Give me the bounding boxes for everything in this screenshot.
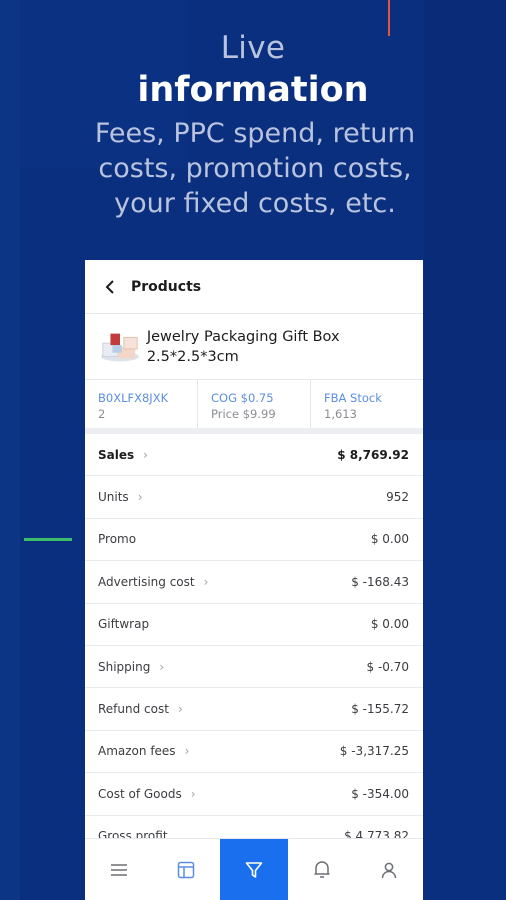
chevron-right-icon: › bbox=[159, 659, 165, 674]
chevron-left-icon[interactable] bbox=[103, 279, 117, 294]
stat-fba-stock[interactable]: FBA Stock 1,613 bbox=[311, 380, 423, 428]
headline-line-1: Live bbox=[220, 30, 286, 66]
row-label: Amazon fees bbox=[98, 744, 176, 759]
accent-line-green bbox=[24, 538, 72, 541]
app-header: Products bbox=[85, 260, 423, 314]
list-item[interactable]: Sales › $ 8,769.92 bbox=[85, 434, 423, 477]
phone-screen: Products Jewelry Packaging Gift Box 2.5*… bbox=[85, 260, 423, 900]
menu-icon bbox=[110, 863, 127, 876]
gift-box-image bbox=[100, 333, 140, 361]
product-stats: B0XLFX8JXK 2 COG $0.75 Price $9.99 FBA S… bbox=[85, 380, 423, 434]
stat-asin-count: 2 bbox=[98, 407, 106, 421]
list-item[interactable]: Advertising cost › $ -168.43 bbox=[85, 561, 423, 604]
row-label: Units bbox=[98, 490, 129, 505]
row-label: Sales bbox=[98, 447, 135, 462]
product-name: Jewelry Packaging Gift Box 2.5*2.5*3cm bbox=[146, 328, 340, 365]
chevron-right-icon: › bbox=[143, 447, 148, 462]
row-value: $ 0.00 bbox=[370, 532, 409, 547]
row-value: $ -3,317.25 bbox=[339, 744, 409, 759]
headline-line-2: information bbox=[137, 70, 369, 110]
row-value: 952 bbox=[386, 490, 409, 505]
chevron-right-icon: › bbox=[137, 490, 143, 505]
chevron-right-icon: › bbox=[190, 786, 196, 801]
bottom-navigation bbox=[85, 838, 423, 900]
chevron-right-icon: › bbox=[184, 744, 190, 759]
list-item[interactable]: Cost of Goods › $ -354.00 bbox=[85, 773, 423, 816]
chevron-right-icon: › bbox=[203, 574, 209, 589]
nav-menu[interactable] bbox=[85, 839, 153, 900]
row-label: Advertising cost bbox=[98, 574, 195, 589]
list-item[interactable]: Shipping › $ -0.70 bbox=[85, 646, 423, 689]
product-summary[interactable]: Jewelry Packaging Gift Box 2.5*2.5*3cm bbox=[85, 314, 423, 380]
row-label: Giftwrap bbox=[98, 617, 150, 632]
row-value: $ 0.00 bbox=[370, 617, 409, 632]
bell-icon bbox=[314, 861, 330, 878]
headline-subtitle: Fees, PPC spend, return costs, promotion… bbox=[94, 118, 416, 219]
stat-fba-stock-label: FBA Stock bbox=[324, 391, 382, 405]
row-value: $ -155.72 bbox=[351, 702, 409, 717]
nav-profile[interactable] bbox=[355, 839, 423, 900]
page-title: Products bbox=[131, 278, 202, 295]
stat-fba-stock-value: 1,613 bbox=[324, 407, 357, 421]
list-item[interactable]: Amazon fees › $ -3,317.25 bbox=[85, 731, 423, 774]
stat-asin[interactable]: B0XLFX8JXK 2 bbox=[85, 380, 198, 428]
stat-asin-value: B0XLFX8JXK bbox=[98, 391, 169, 405]
background-panel bbox=[424, 440, 506, 900]
row-label: Shipping bbox=[98, 659, 151, 674]
list-item: Giftwrap $ 0.00 bbox=[85, 604, 423, 646]
filter-icon bbox=[245, 861, 263, 878]
dashboard-icon bbox=[178, 861, 195, 878]
row-value: $ 8,769.92 bbox=[337, 447, 409, 462]
stat-cog[interactable]: COG $0.75 Price $9.99 bbox=[198, 380, 311, 428]
metrics-list: Sales › $ 8,769.92 Units › 952 Promo $ 0.0… bbox=[85, 434, 423, 858]
list-item: Promo $ 0.00 bbox=[85, 519, 423, 562]
row-label: Promo bbox=[98, 532, 137, 547]
row-value: $ -354.00 bbox=[351, 786, 409, 801]
row-label: Refund cost bbox=[98, 702, 169, 717]
nav-filter[interactable] bbox=[220, 838, 288, 900]
row-label: Cost of Goods bbox=[98, 786, 182, 801]
row-value: $ -168.43 bbox=[351, 574, 409, 589]
list-item[interactable]: Units › 952 bbox=[85, 476, 423, 519]
list-item[interactable]: Refund cost › $ -155.72 bbox=[85, 688, 423, 731]
chevron-right-icon: › bbox=[177, 702, 183, 717]
stat-cog-value: COG $0.75 bbox=[211, 391, 274, 405]
nav-dashboard[interactable] bbox=[153, 839, 221, 900]
row-value: $ -0.70 bbox=[366, 659, 410, 674]
stat-price: Price $9.99 bbox=[211, 407, 276, 421]
nav-notifications[interactable] bbox=[288, 839, 356, 900]
background-panel bbox=[0, 0, 20, 900]
user-icon bbox=[381, 862, 397, 878]
headline: Live information bbox=[0, 28, 506, 112]
